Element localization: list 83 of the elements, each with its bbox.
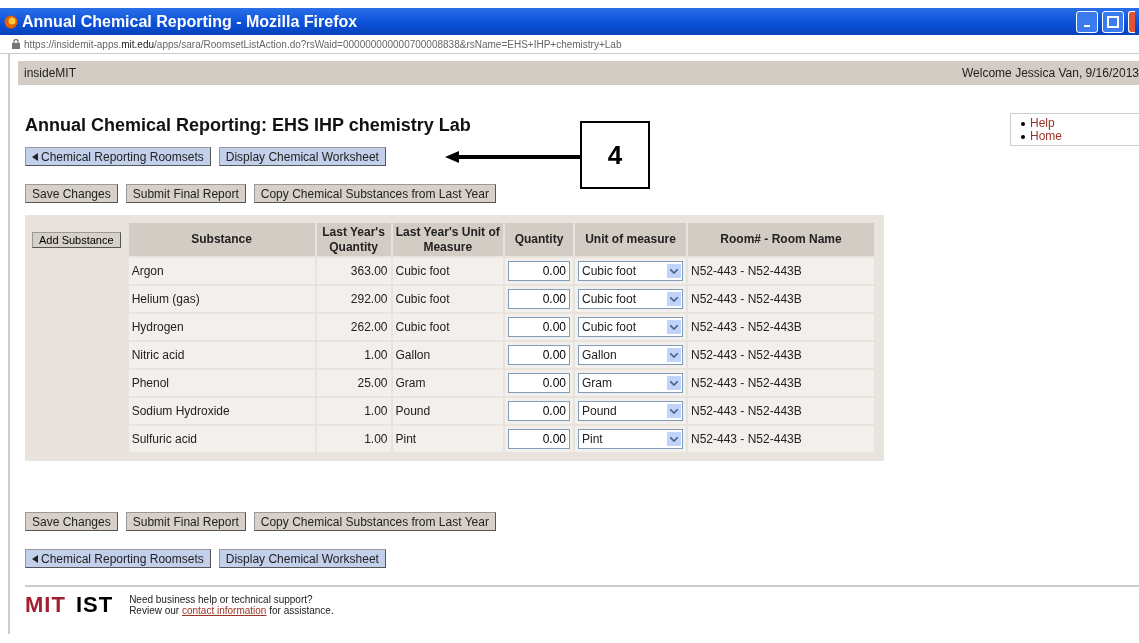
unit-dropdown[interactable]: Pound [578,401,683,421]
table-cell: 1.00 [316,426,391,452]
table-cell: N52-443 - N52-443B [688,370,874,396]
table-cell: Gallon [392,342,503,368]
address-bar[interactable]: https://insidemit-apps.mit.edu/apps/sara/RoomsetListAction.do?rsWaid=000000000000700008838&rsName=EHS+IHP+chemistry+Lab [24,38,622,50]
table-cell: N52-443 - N52-443B [688,286,874,312]
table-cell: Hydrogen [128,314,315,340]
welcome-text: Welcome Jessica Van, 9/16/2013 [962,66,1139,80]
maximize-icon [1107,15,1119,28]
side-link[interactable]: Home [1030,130,1062,143]
action-button[interactable]: Save Changes [25,512,118,531]
column-header: Last Year's Unit of Measure [392,223,503,256]
close-button[interactable] [1128,10,1135,33]
table-cell: N52-443 - N52-443B [688,258,874,284]
bullet-icon [1021,121,1025,126]
table-cell: Pound [392,398,503,424]
help-text: Need business help or technical support? [129,594,313,605]
quantity-field[interactable]: 0.00 [508,401,570,421]
unit-dropdown[interactable]: Gram [578,373,683,393]
quantity-field[interactable]: 0.00 [508,261,570,281]
page-title: Annual Chemical Reporting: EHS IHP chemistry Lab [25,115,472,136]
unit-dropdown[interactable]: Cubic foot [578,317,683,337]
column-header: Quantity [505,223,573,256]
table-cell: Gram [392,370,503,396]
table-cell: 25.00 [316,370,391,396]
browser-logo-icon [4,14,18,29]
unit-dropdown[interactable]: Pint [578,429,683,449]
bullet-icon [1021,134,1025,139]
table-cell: Sodium Hydroxide [128,398,315,424]
column-header: Last Year's Quantity [316,223,391,256]
back-arrow-icon [32,152,38,161]
action-button[interactable]: Submit Final Report [125,184,246,203]
add-substance-button[interactable]: Add Substance [32,232,121,248]
minimize-icon [1084,24,1090,27]
back-button[interactable]: Chemical Reporting Roomsets [25,147,211,166]
table-cell: Cubic foot [392,314,503,340]
table-cell: Sulfuric acid [128,426,315,452]
column-header: Substance [128,223,315,256]
action-button[interactable]: Copy Chemical Substances from Last Year [253,184,496,203]
table-cell: Cubic foot [392,258,503,284]
table-cell: 1.00 [316,398,391,424]
logo-text: IST [75,594,114,616]
quantity-field[interactable]: 0.00 [508,429,570,449]
review-text: Review our contact information for assistance. [129,605,334,616]
table-cell: N52-443 - N52-443B [688,426,874,452]
table-cell: N52-443 - N52-443B [688,342,874,368]
quantity-field[interactable]: 0.00 [508,345,570,365]
maximize-button[interactable] [1102,10,1124,33]
table-cell: Pint [392,426,503,452]
unit-dropdown[interactable]: Cubic foot [578,289,683,309]
action-button[interactable]: Copy Chemical Substances from Last Year [253,512,496,531]
window-title: Annual Chemical Reporting - Mozilla Firefox [22,12,359,31]
action-button[interactable]: Submit Final Report [125,512,246,531]
table-cell: Helium (gas) [128,286,315,312]
back-button[interactable]: Chemical Reporting Roomsets [25,549,211,568]
unit-dropdown[interactable]: Gallon [578,345,683,365]
nav-button[interactable]: Display Chemical Worksheet [218,147,386,166]
quantity-field[interactable]: 0.00 [508,317,570,337]
table-cell: N52-443 - N52-443B [688,314,874,340]
table-cell: N52-443 - N52-443B [688,398,874,424]
logo-text: MIT [25,594,66,616]
column-header: Unit of measure [575,223,686,256]
column-header: Room# - Room Name [688,223,874,256]
table-cell: Argon [128,258,315,284]
table-cell: Phenol [128,370,315,396]
nav-button[interactable]: Display Chemical Worksheet [218,549,386,568]
lock-icon [12,39,20,49]
table-cell: Cubic foot [392,286,503,312]
step-callout: 4 [580,121,650,189]
table-cell: Nitric acid [128,342,315,368]
table-cell: 292.00 [316,286,391,312]
table-cell: 262.00 [316,314,391,340]
action-button[interactable]: Save Changes [25,184,118,203]
back-arrow-icon [32,554,38,563]
unit-dropdown[interactable]: Cubic foot [578,261,683,281]
side-link[interactable]: Help [1030,117,1055,130]
table-cell: 363.00 [316,258,391,284]
quantity-field[interactable]: 0.00 [508,289,570,309]
site-name: insideMIT [24,66,76,80]
minimize-button[interactable] [1076,10,1098,33]
table-cell: 1.00 [316,342,391,368]
contact-link[interactable]: contact information [181,605,267,616]
quantity-field[interactable]: 0.00 [508,373,570,393]
